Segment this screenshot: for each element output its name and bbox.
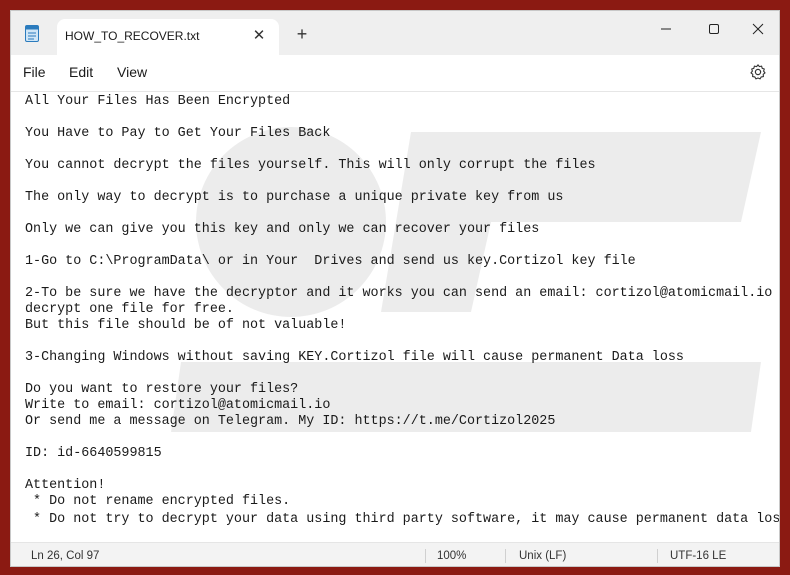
notepad-window: HOW_TO_RECOVER.txt ✕ + File Edit View Al… [10, 10, 780, 567]
text-line: * Do not rename encrypted files. [25, 494, 291, 509]
minimize-icon [661, 28, 671, 30]
text-line: All Your Files Has Been Encrypted [25, 94, 291, 109]
cursor-position: Ln 26, Col 97 [31, 550, 100, 562]
text-line-last: * Do not try to decrypt your data using … [25, 510, 779, 527]
text-line [25, 334, 775, 350]
title-bar: HOW_TO_RECOVER.txt ✕ + [11, 11, 779, 55]
text-line [25, 238, 775, 254]
maximize-button[interactable] [693, 15, 735, 43]
close-icon [752, 23, 764, 35]
text-line: Or send me a message on Telegram. My ID:… [25, 414, 556, 429]
zoom-level[interactable]: 100% [437, 550, 466, 562]
text-line: Only we can give you this key and only w… [25, 222, 540, 237]
new-tab-button[interactable]: + [291, 24, 313, 46]
text-line [25, 430, 775, 446]
text-line: 2-To be sure we have the decryptor and i… [25, 286, 780, 301]
settings-button[interactable] [749, 63, 767, 81]
maximize-icon [709, 24, 719, 34]
tab-close-icon[interactable]: ✕ [249, 26, 269, 46]
close-window-button[interactable] [737, 15, 779, 43]
line-ending[interactable]: Unix (LF) [519, 550, 566, 562]
text-line [25, 206, 775, 222]
text-line: 3-Changing Windows without saving KEY.Co… [25, 350, 684, 365]
menu-view[interactable]: View [117, 64, 147, 80]
status-separator [505, 549, 506, 563]
status-separator [657, 549, 658, 563]
text-line: But this file should be of not valuable! [25, 318, 347, 333]
text-line: decrypt one file for free. [25, 302, 234, 317]
document-text: All Your Files Has Been Encrypted You Ha… [25, 94, 780, 527]
minimize-button[interactable] [645, 15, 687, 43]
text-line: Attention! [25, 478, 106, 493]
text-line [25, 462, 775, 478]
text-line [25, 270, 775, 286]
text-line: 1-Go to C:\ProgramData\ or in Your Drive… [25, 254, 636, 269]
text-line [25, 174, 775, 190]
tab-title: HOW_TO_RECOVER.txt [65, 29, 200, 43]
text-line-content: * Do not try to decrypt your data using … [25, 512, 780, 527]
text-line: You cannot decrypt the files yourself. T… [25, 158, 596, 173]
menu-bar: File Edit View [11, 55, 779, 91]
status-bar: Ln 26, Col 97 100% Unix (LF) UTF-16 LE [11, 542, 779, 566]
encoding[interactable]: UTF-16 LE [670, 550, 726, 562]
text-line [25, 110, 775, 126]
text-line: You Have to Pay to Get Your Files Back [25, 126, 331, 141]
notepad-icon [25, 24, 39, 42]
text-line [25, 142, 775, 158]
text-editor[interactable]: All Your Files Has Been Encrypted You Ha… [11, 92, 780, 542]
text-line [25, 366, 775, 382]
text-line: Write to email: cortizol@atomicmail.io [25, 398, 331, 413]
menu-file[interactable]: File [23, 64, 46, 80]
tab-how-to-recover[interactable]: HOW_TO_RECOVER.txt ✕ [57, 19, 279, 55]
menu-edit[interactable]: Edit [69, 64, 93, 80]
status-separator [425, 549, 426, 563]
text-line: Do you want to restore your files? [25, 382, 299, 397]
text-line: ID: id-6640599815 [25, 446, 162, 461]
gear-icon [750, 64, 766, 80]
text-line: The only way to decrypt is to purchase a… [25, 190, 564, 205]
